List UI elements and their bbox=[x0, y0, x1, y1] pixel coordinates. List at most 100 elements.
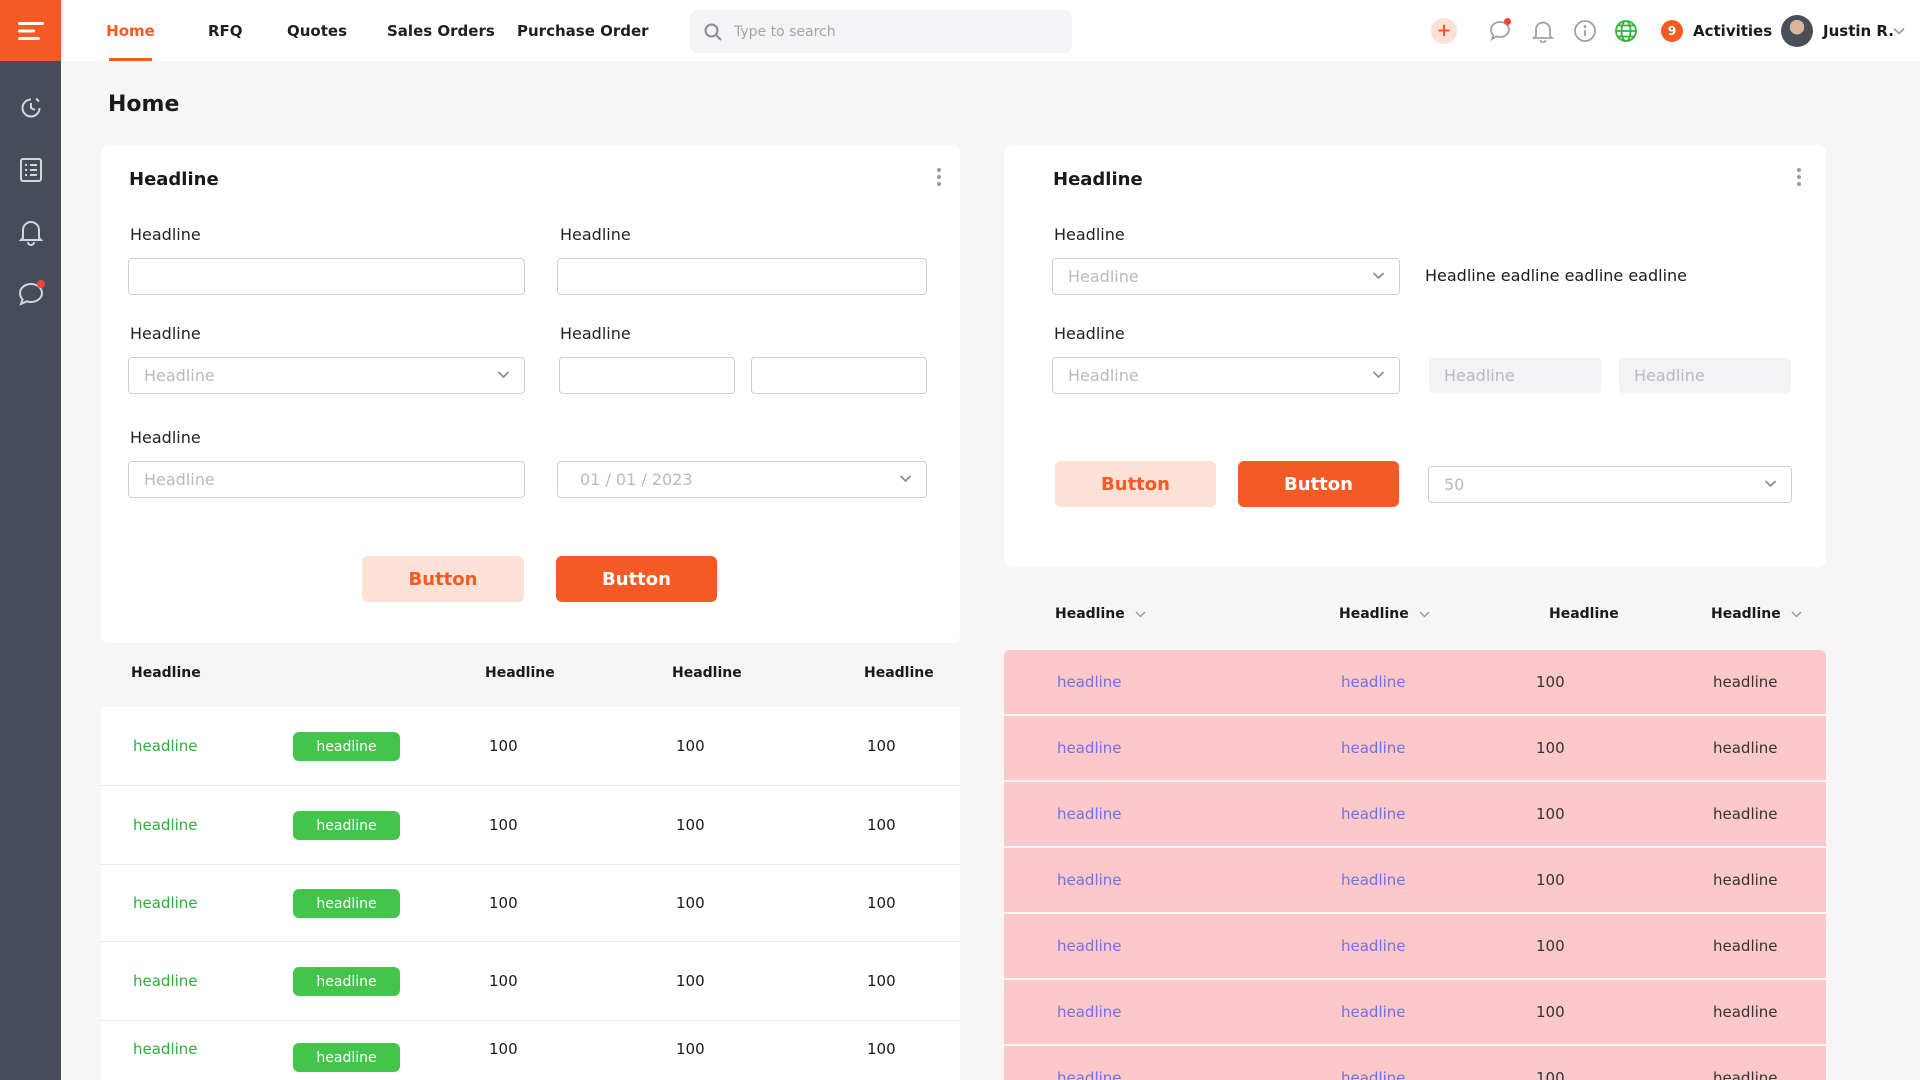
sidebar-item-notifications[interactable] bbox=[0, 201, 61, 263]
row-link[interactable]: headline bbox=[1057, 782, 1122, 846]
table-row[interactable]: headline headline 100 100 100 bbox=[101, 707, 960, 786]
nav-purchase-order[interactable]: Purchase Order bbox=[517, 0, 649, 61]
bell-icon bbox=[1532, 21, 1554, 43]
dashboard-icon bbox=[21, 97, 40, 118]
row-link[interactable]: headline bbox=[1057, 980, 1122, 1044]
chevron-down-icon bbox=[497, 371, 510, 379]
row-link[interactable]: headline bbox=[1341, 782, 1406, 846]
select-field[interactable]: Headline bbox=[1052, 357, 1400, 394]
row-link[interactable]: headline bbox=[133, 786, 198, 864]
column-header[interactable]: Headline bbox=[131, 665, 201, 681]
row-link[interactable]: headline bbox=[1341, 914, 1406, 978]
table-cell: headline bbox=[1713, 739, 1778, 757]
table-row-highlighted[interactable]: headline headline 100 headline bbox=[1004, 848, 1826, 912]
field-label: Headline bbox=[560, 324, 631, 343]
search-input[interactable]: Type to search bbox=[690, 10, 1072, 53]
column-header[interactable]: Headline bbox=[485, 665, 555, 681]
form-card-left bbox=[101, 145, 960, 643]
column-header-sortable[interactable]: Headline bbox=[1711, 606, 1802, 622]
table-cell: headline bbox=[1713, 673, 1778, 691]
messages-button[interactable] bbox=[1487, 18, 1513, 44]
avatar[interactable] bbox=[1781, 15, 1813, 47]
table-cell: 100 bbox=[1536, 1069, 1565, 1080]
row-link[interactable]: headline bbox=[1057, 848, 1122, 912]
page-size-select[interactable]: 50 bbox=[1428, 466, 1792, 503]
text-field[interactable] bbox=[128, 258, 525, 295]
table-cell: 100 bbox=[489, 894, 518, 912]
sidebar-item-orders[interactable] bbox=[0, 139, 61, 201]
table-row-highlighted[interactable]: headline headline 100 headline bbox=[1004, 1046, 1826, 1080]
table-cell: 100 bbox=[489, 737, 518, 755]
text-field[interactable] bbox=[751, 357, 927, 394]
orders-list-icon bbox=[19, 158, 42, 182]
table-row[interactable]: headline headline 100 100 100 bbox=[101, 1021, 960, 1080]
table-row-highlighted[interactable]: headline headline 100 headline bbox=[1004, 650, 1826, 714]
kebab-menu-icon[interactable] bbox=[1797, 168, 1801, 189]
table-row[interactable]: headline headline 100 100 100 bbox=[101, 865, 960, 942]
menu-logo-button[interactable] bbox=[0, 0, 61, 61]
row-link[interactable]: headline bbox=[133, 942, 198, 1020]
activities-button[interactable]: Activities bbox=[1693, 0, 1772, 61]
row-link[interactable]: headline bbox=[1341, 848, 1406, 912]
bell-icon bbox=[18, 221, 43, 246]
secondary-button[interactable]: Button bbox=[362, 556, 524, 602]
table-cell: 100 bbox=[1536, 805, 1565, 823]
table-cell: 100 bbox=[676, 1040, 705, 1058]
column-header-label: Headline bbox=[1339, 606, 1409, 622]
row-link[interactable]: headline bbox=[133, 865, 198, 941]
side-text: Headline eadline eadline eadline bbox=[1425, 266, 1688, 285]
sidebar-item-messages[interactable] bbox=[0, 263, 61, 325]
column-header-sortable[interactable]: Headline bbox=[1339, 606, 1430, 622]
date-value: 01 / 01 / 2023 bbox=[580, 470, 693, 489]
text-input[interactable]: Headline bbox=[128, 461, 525, 498]
column-header[interactable]: Headline bbox=[672, 665, 742, 681]
kebab-menu-icon[interactable] bbox=[937, 168, 941, 189]
text-field[interactable] bbox=[559, 357, 735, 394]
secondary-button[interactable]: Button bbox=[1055, 461, 1216, 507]
row-link[interactable]: headline bbox=[1057, 1046, 1122, 1080]
chevron-down-icon[interactable] bbox=[1893, 27, 1905, 35]
row-link[interactable]: headline bbox=[1341, 650, 1406, 714]
text-field[interactable] bbox=[557, 258, 927, 295]
table-row-highlighted[interactable]: headline headline 100 headline bbox=[1004, 716, 1826, 780]
info-button[interactable] bbox=[1572, 18, 1598, 44]
nav-home[interactable]: Home bbox=[106, 0, 155, 61]
table-cell: headline bbox=[1713, 1003, 1778, 1021]
select-field[interactable]: Headline bbox=[128, 357, 525, 394]
notifications-button[interactable] bbox=[1530, 18, 1556, 44]
select-placeholder: Headline bbox=[1068, 267, 1139, 286]
table-cell: 100 bbox=[1536, 739, 1565, 757]
field-label: Headline bbox=[1054, 324, 1125, 343]
table-row-highlighted[interactable]: headline headline 100 headline bbox=[1004, 980, 1826, 1044]
row-link[interactable]: headline bbox=[1341, 1046, 1406, 1080]
row-link[interactable]: headline bbox=[1341, 980, 1406, 1044]
row-link[interactable]: headline bbox=[1057, 914, 1122, 978]
nav-quotes[interactable]: Quotes bbox=[287, 0, 347, 61]
row-link[interactable]: headline bbox=[133, 1021, 198, 1077]
table-cell: 100 bbox=[867, 1040, 896, 1058]
row-link[interactable]: headline bbox=[1057, 716, 1122, 780]
row-link[interactable]: headline bbox=[133, 707, 198, 785]
table-row-highlighted[interactable]: headline headline 100 headline bbox=[1004, 914, 1826, 978]
select-field[interactable]: Headline bbox=[1052, 258, 1400, 295]
row-link[interactable]: headline bbox=[1341, 716, 1406, 780]
add-button[interactable]: + bbox=[1431, 18, 1457, 44]
column-header-sortable[interactable]: Headline bbox=[1055, 606, 1146, 622]
language-button[interactable] bbox=[1613, 18, 1639, 44]
primary-button[interactable]: Button bbox=[1238, 461, 1399, 507]
date-picker[interactable]: 01 / 01 / 2023 bbox=[557, 461, 927, 498]
table-row-highlighted[interactable]: headline headline 100 headline bbox=[1004, 782, 1826, 846]
info-icon bbox=[1574, 20, 1596, 42]
primary-button[interactable]: Button bbox=[556, 556, 717, 602]
field-label: Headline bbox=[1054, 225, 1125, 244]
nav-sales-orders[interactable]: Sales Orders bbox=[387, 0, 495, 61]
table-row[interactable]: headline headline 100 100 100 bbox=[101, 786, 960, 865]
user-name[interactable]: Justin R. bbox=[1823, 0, 1894, 61]
status-badge: headline bbox=[293, 889, 400, 918]
row-link[interactable]: headline bbox=[1057, 650, 1122, 714]
table-row[interactable]: headline headline 100 100 100 bbox=[101, 942, 960, 1021]
nav-rfq[interactable]: RFQ bbox=[208, 0, 243, 61]
sidebar-item-dashboard[interactable] bbox=[0, 77, 61, 139]
column-header[interactable]: Headline bbox=[864, 665, 934, 681]
column-header[interactable]: Headline bbox=[1549, 606, 1619, 622]
